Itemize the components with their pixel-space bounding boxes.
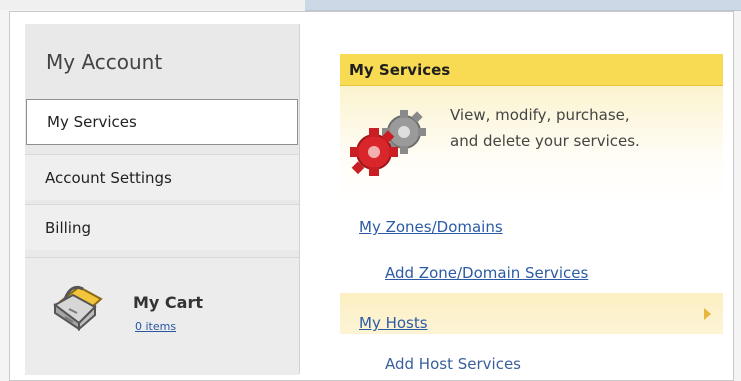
- link-my-hosts[interactable]: My Hosts: [359, 314, 428, 332]
- sidebar-item-label: My Services: [47, 113, 137, 131]
- header-strip: [305, 0, 741, 11]
- cart-items-link[interactable]: 0 items: [135, 320, 176, 333]
- main-panel: My Services View, modify, purchase, and …: [300, 24, 733, 374]
- cart-title[interactable]: My Cart: [133, 293, 203, 312]
- link-my-zones-domains[interactable]: My Zones/Domains: [359, 218, 503, 236]
- sidebar-item-label: Billing: [45, 218, 91, 237]
- sidebar-item-label: Account Settings: [45, 168, 172, 187]
- section-description: View, modify, purchase, and delete your …: [450, 102, 720, 154]
- chevron-right-icon: [704, 308, 711, 320]
- link-add-host-services[interactable]: Add Host Services: [385, 355, 521, 373]
- gears-icon: [350, 110, 426, 176]
- sidebar-item-my-services[interactable]: My Services: [26, 99, 298, 145]
- link-add-zone-domain-services[interactable]: Add Zone/Domain Services: [385, 264, 588, 282]
- sidebar-title: My Account: [46, 50, 163, 74]
- section-intro: View, modify, purchase, and delete your …: [340, 86, 723, 204]
- cart-icon[interactable]: [49, 279, 105, 331]
- sidebar-item-account-settings[interactable]: Account Settings: [25, 154, 299, 200]
- description-line: and delete your services.: [450, 132, 640, 150]
- description-line: View, modify, purchase,: [450, 106, 630, 124]
- section-title: My Services: [340, 54, 723, 86]
- cart-panel: My Cart 0 items: [25, 257, 299, 375]
- account-sidebar: My Account My Services Account Settings …: [25, 24, 300, 375]
- top-bar: [0, 0, 305, 10]
- sidebar-item-billing[interactable]: Billing: [25, 204, 299, 250]
